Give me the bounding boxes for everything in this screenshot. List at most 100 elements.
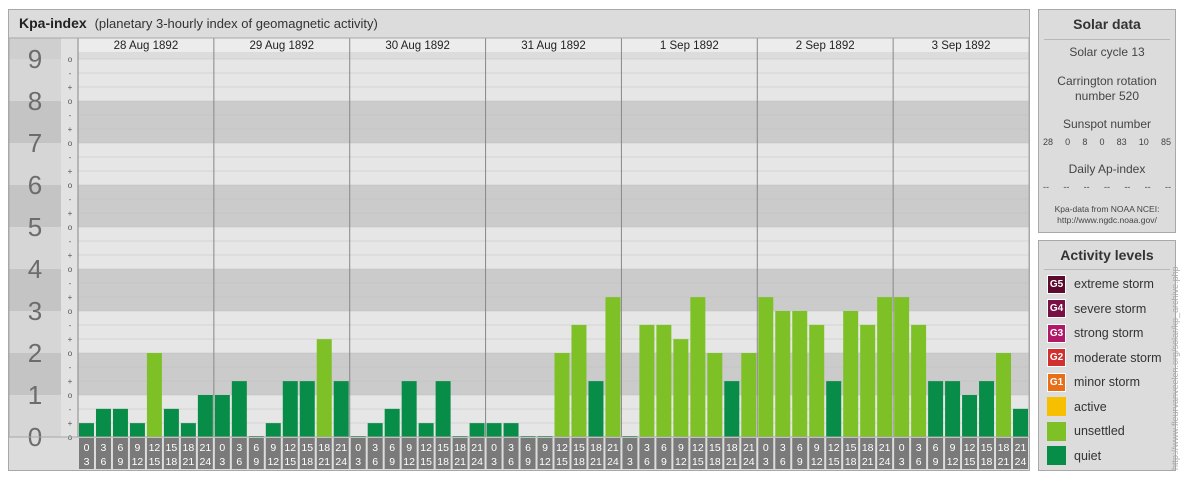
hour-start-label: 6 (389, 442, 395, 454)
activity-level-swatch: G1 (1047, 372, 1066, 392)
hour-end-label: 12 (539, 456, 551, 468)
hour-end-label: 6 (101, 456, 107, 468)
kp-bar (316, 339, 332, 437)
ap-index-value: -- (1164, 182, 1171, 192)
hour-start-label: 15 (166, 442, 178, 454)
kp-bar (860, 324, 876, 437)
kp-bar (163, 408, 179, 437)
hour-end-label: 12 (267, 456, 279, 468)
kp-bar (265, 423, 281, 437)
sunspot-value: 0 (1065, 137, 1071, 147)
solar-cycle: Solar cycle 13 (1069, 45, 1145, 59)
hour-start-label: 21 (743, 442, 755, 454)
kp-bar (588, 381, 604, 437)
hour-start-label: 12 (828, 442, 840, 454)
hour-start-label: 9 (678, 442, 684, 454)
y-sublabel: o (68, 97, 73, 106)
activity-level-swatch (1047, 421, 1066, 441)
hour-start-label: 15 (573, 442, 585, 454)
y-tick-label: 5 (28, 212, 42, 242)
hour-end-label: 3 (899, 456, 905, 468)
sunspot-value: 10 (1138, 137, 1149, 147)
kp-bar (333, 381, 349, 437)
hour-end-label: 6 (644, 456, 650, 468)
hour-start-label: 12 (692, 442, 704, 454)
hour-start-label: 21 (879, 442, 891, 454)
sunspot-value: 83 (1116, 137, 1127, 147)
kp-bar (911, 324, 927, 437)
hour-start-label: 18 (590, 442, 602, 454)
hour-start-label: 9 (270, 442, 276, 454)
hour-start-label: 0 (763, 442, 769, 454)
activity-level-label: moderate storm (1074, 350, 1162, 365)
hour-end-label: 24 (607, 456, 619, 468)
kp-bar (503, 423, 519, 437)
kp-bar (435, 381, 451, 437)
y-sublabel: + (68, 377, 73, 386)
activity-level-unsettled: unsettled (1047, 421, 1125, 441)
hour-start-label: 18 (862, 442, 874, 454)
hour-end-label: 3 (763, 456, 769, 468)
kp-bar (231, 381, 247, 437)
kp-bar (962, 395, 978, 437)
kp-band (78, 227, 1029, 269)
hour-start-label: 12 (964, 442, 976, 454)
kp-bar (690, 297, 706, 437)
hour-start-label: 21 (607, 442, 619, 454)
hour-start-label: 15 (709, 442, 721, 454)
kp-bar (605, 297, 621, 437)
kp-bar (724, 381, 740, 437)
kp-bar (843, 311, 859, 437)
kp-bar (826, 381, 842, 437)
y-sublabel: o (68, 223, 73, 232)
kp-bar (1013, 408, 1028, 437)
activity-levels-title: Activity levels (1060, 247, 1154, 263)
hour-end-label: 12 (132, 456, 144, 468)
kp-bar (129, 423, 145, 437)
y-tick-label: 2 (28, 338, 42, 368)
activity-level-swatch (1047, 446, 1066, 465)
hour-end-label: 24 (335, 456, 347, 468)
hour-end-label: 3 (627, 456, 633, 468)
kp-bar (639, 324, 655, 437)
hour-start-label: 12 (284, 442, 296, 454)
ap-index-value: -- (1063, 182, 1070, 192)
hour-end-label: 9 (525, 456, 531, 468)
ap-index-value: -- (1103, 182, 1110, 192)
kp-bar (571, 324, 587, 437)
activity-level-label: extreme storm (1074, 277, 1154, 291)
hour-end-label: 9 (389, 456, 395, 468)
sunspot-value: 28 (1043, 137, 1054, 147)
kp-bar (673, 339, 689, 437)
kp-bar (979, 381, 995, 437)
y-tick-label: 4 (28, 254, 42, 284)
y-sublabel: o (68, 349, 73, 358)
hour-start-label: 21 (1015, 442, 1027, 454)
hour-end-label: 6 (372, 456, 378, 468)
hour-start-label: 12 (556, 442, 568, 454)
activity-level-swatch (1047, 397, 1066, 416)
hour-end-label: 18 (301, 456, 313, 468)
kp-bar (384, 408, 400, 437)
hour-end-label: 18 (437, 456, 449, 468)
hour-end-label: 21 (183, 456, 195, 468)
y-sublabel: - (69, 153, 72, 162)
hour-start-label: 6 (797, 442, 803, 454)
ap-index-value: -- (1124, 182, 1131, 192)
activity-level-extreme-storm: G5 extreme storm (1047, 274, 1154, 294)
kp-band (78, 59, 1029, 101)
activity-level-label: active (1074, 399, 1107, 414)
hour-start-label: 15 (301, 442, 313, 454)
kp-bar (469, 423, 485, 437)
levels-title-divider (1044, 269, 1170, 270)
y-sublabel: + (68, 125, 73, 134)
hour-end-label: 21 (318, 456, 330, 468)
y-tick-label: 8 (28, 86, 42, 116)
hour-start-label: 9 (814, 442, 820, 454)
hour-start-label: 0 (491, 442, 497, 454)
hour-start-label: 15 (981, 442, 993, 454)
hour-end-label: 9 (933, 456, 939, 468)
y-tick-label: 9 (28, 44, 42, 74)
kp-bar (95, 408, 111, 437)
kp-bar (282, 381, 298, 437)
